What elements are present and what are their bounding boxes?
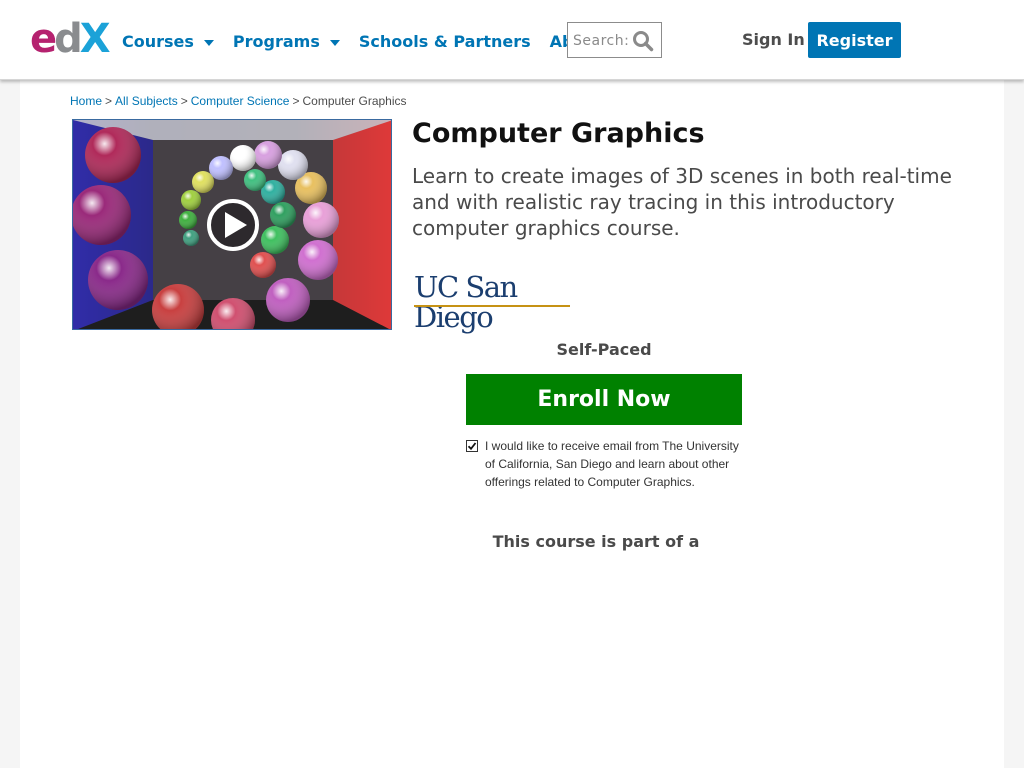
pacing-label: Self-Paced <box>556 340 652 359</box>
edx-logo[interactable]: edX <box>30 16 111 62</box>
logo-letter-x: X <box>79 16 111 62</box>
program-note: This course is part of a <box>492 532 700 551</box>
sign-in-link[interactable]: Sign In <box>742 30 805 49</box>
breadcrumb-separator: > <box>180 94 188 108</box>
site-header: edX Courses Programs Schools & Partners … <box>0 0 1024 80</box>
course-subtitle: Learn to create images of 3D scenes in b… <box>412 164 952 240</box>
school-logo[interactable]: UC San Diego <box>414 272 574 332</box>
enroll-now-button[interactable]: Enroll Now <box>466 374 742 425</box>
email-consent-checkbox[interactable] <box>466 440 478 452</box>
nav-schools-partners-label: Schools & Partners <box>358 31 531 51</box>
nav-programs-label: Programs <box>232 31 320 51</box>
nav-courses[interactable]: Courses <box>122 32 214 51</box>
search-icon[interactable] <box>632 30 654 52</box>
course-video-thumbnail[interactable] <box>72 119 392 330</box>
course-page: Home > All Subjects > Computer Science > Compu… <box>20 80 1004 768</box>
register-button[interactable]: Register <box>808 22 901 58</box>
search-input[interactable] <box>573 32 629 50</box>
nav-schools-partners[interactable]: Schools & Partners <box>359 32 531 51</box>
school-logo-text: UC San Diego <box>414 270 518 334</box>
breadcrumb-separator: > <box>105 94 113 108</box>
chevron-down-icon <box>203 39 214 46</box>
play-icon[interactable] <box>207 199 259 251</box>
main-nav: Courses Programs Schools & Partners Abou… <box>122 29 643 53</box>
breadcrumb-current: Computer Graphics <box>302 94 407 108</box>
school-logo-underline <box>414 305 570 307</box>
email-consent: I would like to receive email from The U… <box>466 437 756 491</box>
nav-courses-label: Courses <box>122 31 194 51</box>
breadcrumb-all-subjects[interactable]: All Subjects <box>115 94 178 108</box>
logo-letter-e: e <box>30 16 57 62</box>
breadcrumb-home[interactable]: Home <box>70 94 102 108</box>
breadcrumb: Home > All Subjects > Computer Science > Compu… <box>70 94 407 108</box>
chevron-down-icon <box>329 39 340 46</box>
ray-traced-spheres-image <box>73 120 391 329</box>
course-title: Computer Graphics <box>412 118 705 149</box>
search-box <box>567 22 662 58</box>
breadcrumb-separator: > <box>292 94 300 108</box>
logo-letter-d: d <box>54 16 83 62</box>
check-icon <box>467 442 477 451</box>
nav-programs[interactable]: Programs <box>233 32 340 51</box>
breadcrumb-computer-science[interactable]: Computer Science <box>191 94 290 108</box>
email-consent-text: I would like to receive email from The U… <box>485 439 739 489</box>
